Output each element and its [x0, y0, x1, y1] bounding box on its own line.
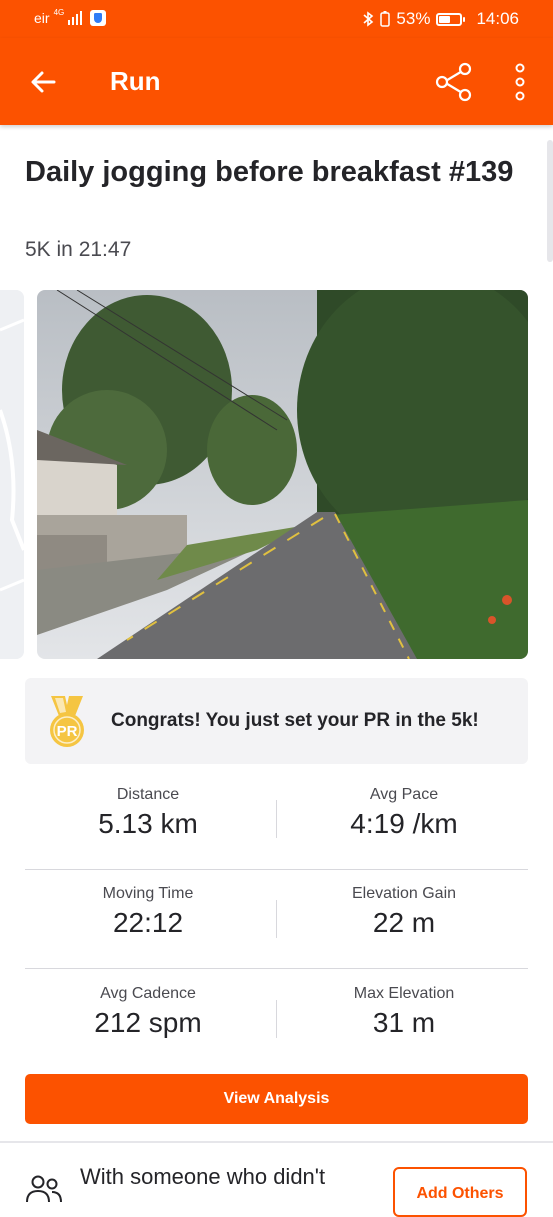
page-title: Run — [110, 66, 161, 96]
more-vertical-icon — [515, 63, 525, 101]
more-options-button[interactable] — [500, 60, 540, 104]
pr-message: Congrats! You just set your PR in the 5k… — [111, 710, 479, 731]
share-icon — [435, 62, 472, 102]
security-shield-icon — [90, 10, 107, 26]
battery-saver-icon — [380, 11, 391, 27]
section-divider — [0, 1141, 553, 1143]
stat-max-elevation: Max Elevation 31 m — [266, 985, 542, 1039]
stat-label: Max Elevation — [353, 985, 455, 1002]
stat-label: Distance — [116, 786, 180, 803]
view-analysis-button[interactable]: View Analysis — [25, 1074, 528, 1124]
row-divider — [25, 869, 528, 870]
battery-percent: 53% — [396, 9, 431, 28]
stat-avg-pace: Avg Pace 4:19 /km — [266, 786, 542, 840]
activity-photo[interactable] — [37, 290, 528, 659]
carrier-label: eir — [34, 10, 50, 26]
activity-subtitle: 5K in 21:47 — [25, 238, 132, 261]
scroll-indicator — [547, 140, 553, 262]
route-map-thumbnail[interactable] — [0, 290, 24, 659]
stat-distance: Distance 5.13 km — [10, 786, 286, 840]
with-others-text: With someone who didn't — [80, 1164, 326, 1189]
app-bar: Run — [0, 38, 553, 125]
stat-moving-time: Moving Time 22:12 — [10, 885, 286, 939]
battery-level-fill — [439, 15, 451, 23]
network-type-label: 4G — [53, 7, 65, 17]
stat-label: Elevation Gain — [351, 885, 457, 902]
arrow-left-icon — [31, 71, 56, 93]
stat-value: 22:12 — [112, 907, 184, 938]
stat-value: 4:19 /km — [350, 808, 458, 839]
share-button[interactable] — [432, 60, 476, 104]
stat-value: 31 m — [372, 1007, 436, 1038]
stat-avg-cadence: Avg Cadence 212 spm — [10, 985, 286, 1039]
stat-value: 5.13 km — [98, 808, 198, 839]
stat-label: Avg Pace — [369, 786, 439, 803]
clock: 14:06 — [476, 9, 519, 28]
status-bar: eir 4G 53% 14:06 — [0, 0, 553, 38]
pr-medal-text: PR — [57, 723, 78, 740]
row-divider — [25, 968, 528, 969]
battery-icon — [436, 12, 466, 26]
stat-label: Avg Cadence — [100, 985, 196, 1002]
stat-elevation-gain: Elevation Gain 22 m — [266, 885, 542, 939]
add-others-button[interactable]: Add Others — [393, 1167, 527, 1217]
bluetooth-icon — [363, 11, 374, 27]
back-button[interactable] — [22, 60, 66, 104]
stat-value: 22 m — [372, 907, 436, 938]
stat-value: 212 spm — [94, 1007, 202, 1038]
signal-icon — [68, 11, 83, 25]
stat-label: Moving Time — [102, 885, 194, 902]
pr-medal-icon: PR — [45, 694, 89, 750]
status-right: 53% 14:06 — [362, 9, 519, 29]
activity-title: Daily jogging before breakfast #139 — [25, 156, 514, 188]
status-left: eir 4G — [34, 7, 107, 26]
pr-achievement-banner[interactable]: PR Congrats! You just set your PR in the… — [25, 678, 528, 764]
